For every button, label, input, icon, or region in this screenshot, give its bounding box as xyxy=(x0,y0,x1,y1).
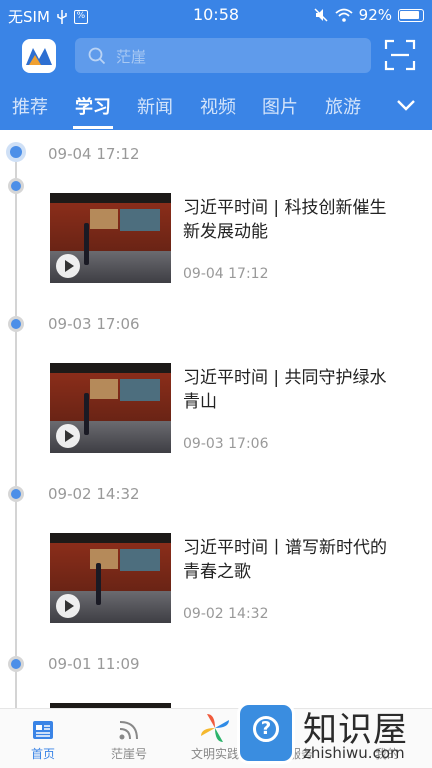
channel-tabs: 推荐 学习 新闻 视频 图片 旅游 xyxy=(0,90,432,130)
play-icon[interactable] xyxy=(56,254,80,278)
article-title[interactable]: 习近平时间 | 科技创新催生新发展动能 xyxy=(183,196,403,244)
search-bar[interactable]: 茫崖 xyxy=(75,38,371,73)
play-icon[interactable] xyxy=(56,424,80,448)
timeline-dot xyxy=(8,656,24,672)
timeline-date: 09-04 17:12 xyxy=(48,145,140,163)
article-title[interactable]: 习近平时间 | 共同守护绿水青山 xyxy=(183,366,403,414)
timeline-date: 09-02 14:32 xyxy=(48,485,140,503)
battery-percent: 92% xyxy=(358,6,392,24)
tab-study[interactable]: 学习 xyxy=(75,93,111,119)
pinwheel-icon xyxy=(201,714,229,742)
chevron-down-icon[interactable] xyxy=(396,98,416,112)
article-time: 09-02 14:32 xyxy=(183,606,269,622)
status-bar: 无SIM % 10:58 92% xyxy=(0,0,432,30)
search-icon xyxy=(88,47,106,65)
article-time: 09-03 17:06 xyxy=(183,436,269,452)
app-logo[interactable] xyxy=(22,39,56,73)
timeline-list: 09-04 17:12 习近平时间 | 科技创新催生新发展动能 09-04 17… xyxy=(0,130,432,708)
watermark: ? 知识屋 zhishiwu.com xyxy=(233,700,432,768)
nav-home[interactable]: 首页 xyxy=(0,709,86,768)
tab-recommend[interactable]: 推荐 xyxy=(12,93,48,119)
play-icon[interactable] xyxy=(56,594,80,618)
rss-icon xyxy=(119,721,138,740)
timeline-date: 09-03 17:06 xyxy=(48,315,140,333)
timeline-dot xyxy=(8,486,24,502)
watermark-logo: ? xyxy=(237,702,295,764)
wifi-icon xyxy=(335,8,353,22)
article-title[interactable]: 习近平时间丨谱写新时代的青春之歌 xyxy=(183,536,403,584)
tab-video[interactable]: 视频 xyxy=(200,93,236,119)
mute-icon xyxy=(314,8,328,22)
news-icon xyxy=(33,721,53,739)
nav-label: 首页 xyxy=(30,747,55,761)
video-thumbnail[interactable] xyxy=(50,533,171,623)
tab-pictures[interactable]: 图片 xyxy=(262,93,298,119)
article-time: 09-04 17:12 xyxy=(183,266,269,282)
nav-account[interactable]: 茫崖号 xyxy=(86,709,172,768)
tab-news[interactable]: 新闻 xyxy=(137,93,173,119)
app-screen: 无SIM % 10:58 92% 茫崖 推荐 学习 新闻 视频 图片 旅游 09… xyxy=(0,0,432,768)
scan-icon[interactable] xyxy=(384,39,416,71)
video-thumbnail[interactable] xyxy=(50,193,171,283)
search-placeholder: 茫崖 xyxy=(116,48,147,66)
timeline-dot xyxy=(8,178,24,194)
nav-label: 茫崖号 xyxy=(110,747,147,761)
active-tab-indicator xyxy=(73,126,113,129)
timeline-dot xyxy=(8,316,24,332)
tab-travel[interactable]: 旅游 xyxy=(325,93,361,119)
timeline-current-dot xyxy=(6,142,26,162)
battery-icon xyxy=(398,8,424,22)
top-header: 无SIM % 10:58 92% 茫崖 推荐 学习 新闻 视频 图片 旅游 xyxy=(0,0,432,130)
timeline-line xyxy=(15,150,17,708)
video-thumbnail[interactable] xyxy=(50,363,171,453)
timeline-date: 09-01 11:09 xyxy=(48,655,140,673)
app-logo-icon xyxy=(26,48,52,65)
watermark-subtitle: zhishiwu.com xyxy=(303,744,405,762)
